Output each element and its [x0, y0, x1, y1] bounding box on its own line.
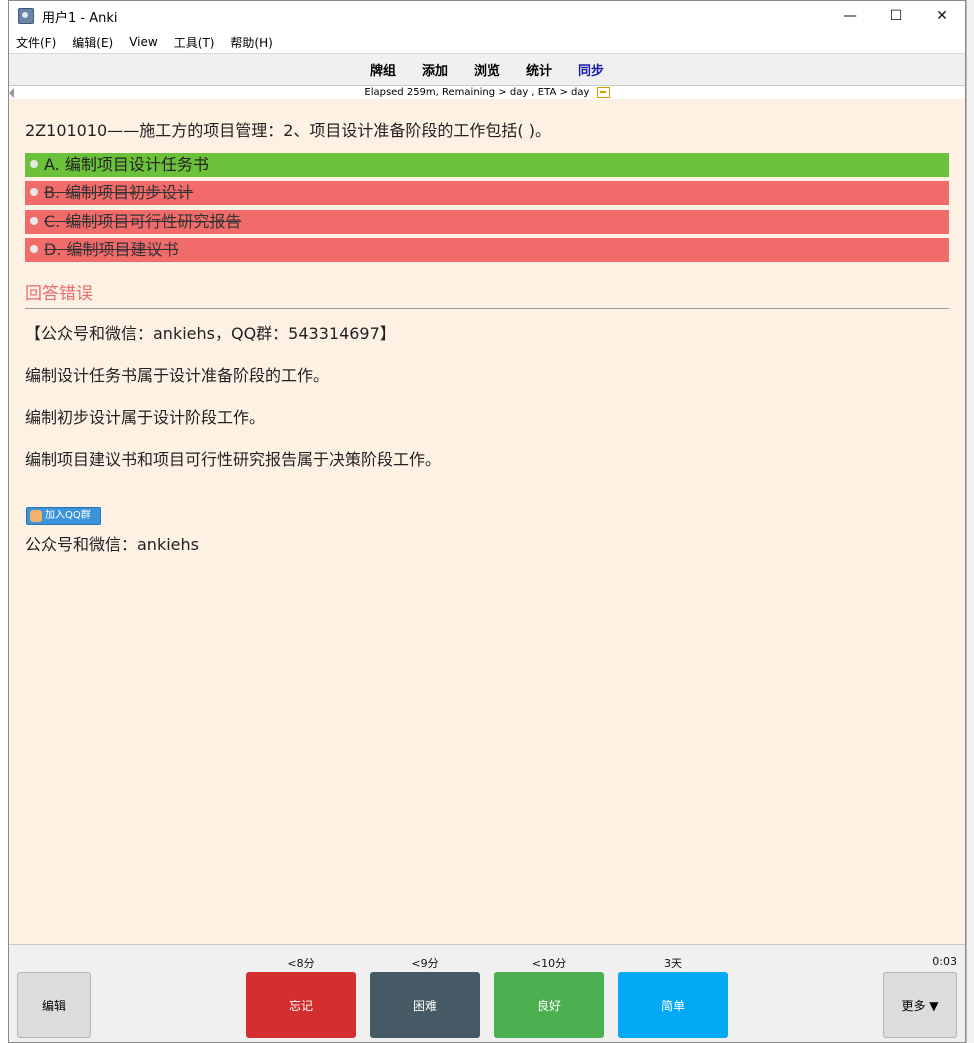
answer-bar: <8分 <9分 <10分 3天 0:03 编辑 忘记 困难 良好 简单 更多 ▼ [9, 944, 965, 1042]
question-text: 2Z101010——施工方的项目管理：2、项目设计准备阶段的工作包括( )。 [25, 121, 551, 140]
radio-icon [30, 159, 38, 168]
footer-text: 公众号和微信：ankiehs [25, 535, 199, 554]
toolbar-sync[interactable]: 同步 [578, 60, 604, 79]
anki-window: 用户1 - Anki — ☐ ✕ 文件(F) 编辑(E) View 工具(T) … [8, 0, 966, 1043]
main-toolbar: 牌组 添加 浏览 统计 同步 [9, 53, 965, 85]
collapse-arrow-icon[interactable] [9, 88, 14, 98]
interval-easy: 3天 [664, 957, 682, 970]
card-content: 2Z101010——施工方的项目管理：2、项目设计准备阶段的工作包括( )。 A… [9, 99, 965, 944]
title-bar: 用户1 - Anki — ☐ ✕ [9, 1, 965, 31]
easy-button[interactable]: 简单 [618, 972, 728, 1038]
divider [25, 308, 949, 309]
radio-icon [30, 244, 38, 253]
edit-button[interactable]: 编辑 [17, 972, 91, 1038]
option-a: A. 编制项目设计任务书 [25, 153, 949, 177]
radio-icon [30, 216, 38, 225]
interval-hard: <9分 [411, 957, 439, 970]
review-timer: 0:03 [932, 955, 957, 968]
hard-button[interactable]: 困难 [370, 972, 480, 1038]
note-line: 编制项目建议书和项目可行性研究报告属于决策阶段工作。 [25, 450, 442, 469]
minimize-icon[interactable]: — [827, 1, 873, 31]
toolbar-stats[interactable]: 统计 [526, 60, 552, 79]
option-label: A. 编制项目设计任务书 [44, 155, 209, 174]
status-text: Elapsed 259m, Remaining > day , ETA > da… [364, 87, 590, 98]
window-controls: — ☐ ✕ [827, 1, 965, 31]
toolbar-add[interactable]: 添加 [422, 60, 448, 79]
more-button[interactable]: 更多 ▼ [883, 972, 957, 1038]
option-b: B. 编制项目初步设计 [25, 181, 949, 205]
menu-edit[interactable]: 编辑(E) [72, 34, 113, 51]
menu-tools[interactable]: 工具(T) [174, 34, 215, 51]
maximize-icon[interactable]: ☐ [873, 1, 919, 31]
radio-icon [30, 187, 38, 196]
join-qq-group-button[interactable]: 加入QQ群 [26, 507, 101, 525]
anki-app-icon [18, 8, 34, 24]
again-button[interactable]: 忘记 [246, 972, 356, 1038]
eta-icon [596, 86, 610, 98]
background-window-right-edge [966, 0, 974, 1043]
note-line: 编制初步设计属于设计阶段工作。 [25, 408, 266, 427]
note-line: 【公众号和微信：ankiehs，QQ群：543314697】 [25, 324, 396, 343]
menu-bar: 文件(F) 编辑(E) View 工具(T) 帮助(H) [9, 31, 965, 53]
interval-again: <8分 [287, 957, 315, 970]
menu-view[interactable]: View [129, 35, 157, 49]
menu-file[interactable]: 文件(F) [16, 34, 56, 51]
option-d: D. 编制项目建议书 [25, 238, 949, 262]
note-line: 编制设计任务书属于设计准备阶段的工作。 [25, 366, 330, 385]
good-button[interactable]: 良好 [494, 972, 604, 1038]
interval-good: <10分 [531, 957, 567, 970]
close-icon[interactable]: ✕ [919, 1, 965, 31]
menu-help[interactable]: 帮助(H) [230, 34, 272, 51]
option-c: C. 编制项目可行性研究报告 [25, 210, 949, 234]
option-label: C. 编制项目可行性研究报告 [44, 212, 242, 231]
qq-button-label: 加入QQ群 [45, 510, 91, 521]
window-title: 用户1 - Anki [42, 10, 118, 26]
toolbar-browse[interactable]: 浏览 [474, 60, 500, 79]
option-label: D. 编制项目建议书 [44, 240, 179, 259]
qq-group-icon [30, 510, 42, 522]
toolbar-decks[interactable]: 牌组 [370, 60, 396, 79]
result-text: 回答错误 [25, 284, 93, 304]
option-label: B. 编制项目初步设计 [44, 183, 194, 202]
